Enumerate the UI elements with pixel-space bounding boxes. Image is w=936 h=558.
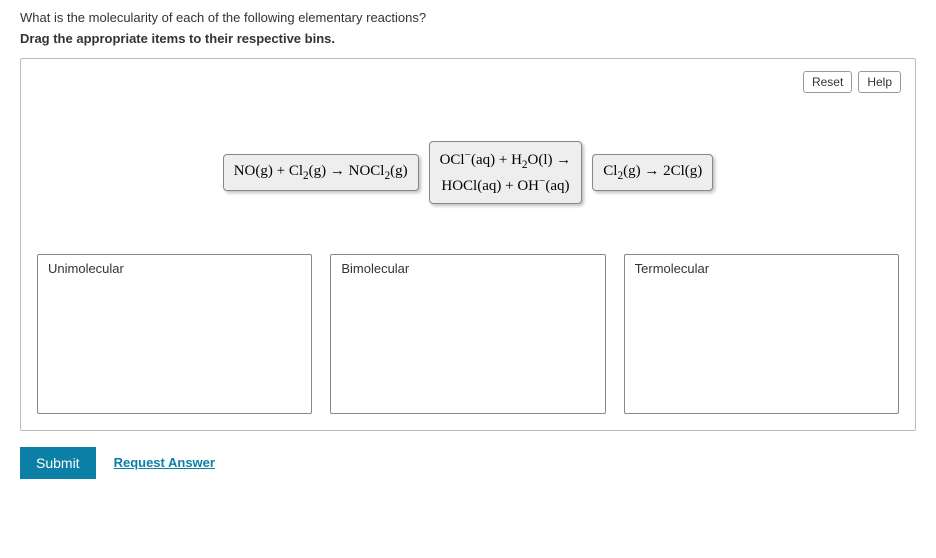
- draggable-items-row: NO(g) + Cl2(g) → NOCl2(g) OCl−(aq) + H2O…: [37, 141, 899, 204]
- bin-label: Termolecular: [635, 261, 709, 276]
- request-answer-link[interactable]: Request Answer: [114, 455, 215, 470]
- bins-row: Unimolecular Bimolecular Termolecular: [37, 254, 899, 414]
- question-text: What is the molecularity of each of the …: [20, 10, 916, 25]
- bin-termolecular[interactable]: Termolecular: [624, 254, 899, 414]
- drag-item-reaction-1[interactable]: NO(g) + Cl2(g) → NOCl2(g): [223, 154, 419, 192]
- drag-item-reaction-2[interactable]: OCl−(aq) + H2O(l) →HOCl(aq) + OH−(aq): [429, 141, 583, 204]
- bin-unimolecular[interactable]: Unimolecular: [37, 254, 312, 414]
- drag-drop-panel: Reset Help NO(g) + Cl2(g) → NOCl2(g) OCl…: [20, 58, 916, 431]
- help-button[interactable]: Help: [858, 71, 901, 93]
- submit-button[interactable]: Submit: [20, 447, 96, 479]
- bin-label: Unimolecular: [48, 261, 124, 276]
- action-bar: Submit Request Answer: [20, 447, 916, 479]
- top-button-row: Reset Help: [803, 71, 901, 93]
- bin-bimolecular[interactable]: Bimolecular: [330, 254, 605, 414]
- drag-item-reaction-3[interactable]: Cl2(g) → 2Cl(g): [592, 154, 713, 192]
- bin-label: Bimolecular: [341, 261, 409, 276]
- instruction-text: Drag the appropriate items to their resp…: [20, 31, 916, 46]
- reset-button[interactable]: Reset: [803, 71, 852, 93]
